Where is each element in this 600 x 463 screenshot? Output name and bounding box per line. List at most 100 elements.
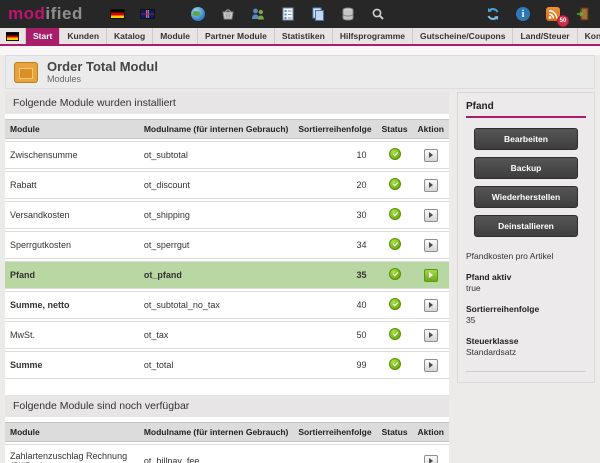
column-header-status: Status — [376, 119, 413, 139]
table-row-ot-billpay-fee[interactable]: Zahlartenzuschlag Rechnung (BillPay)ot_b… — [5, 444, 449, 463]
table-row-ot-shipping[interactable]: Versandkosten ot_shipping 30 — [5, 201, 449, 229]
status-ok-icon — [388, 238, 401, 250]
module-name-cell: Summe, netto — [5, 291, 139, 319]
module-name-cell: Summe — [5, 351, 139, 379]
nav-item-gutscheine-coupons[interactable]: Gutscheine/Coupons — [413, 28, 514, 44]
available-modules-section: Folgende Module sind noch verfügbar Modu… — [5, 395, 449, 463]
field-label: Sortierreihenfolge — [466, 304, 540, 314]
field-value: true — [466, 283, 481, 293]
status-ok-icon — [388, 148, 401, 160]
status-ok-icon — [388, 208, 401, 220]
row-select-action-button[interactable] — [423, 358, 438, 372]
nav-item-katalog[interactable]: Katalog — [107, 28, 154, 44]
row-select-action-button[interactable] — [423, 328, 438, 342]
refresh-icon[interactable] — [484, 5, 502, 23]
field-label: Steuerklasse — [466, 336, 519, 346]
status-cell — [376, 261, 413, 289]
module-code-cell: ot_pfand — [138, 261, 294, 289]
row-select-action-button[interactable] — [423, 178, 438, 192]
table-row-ot-subtotal-no-tax[interactable]: Summe, netto ot_subtotal_no_tax 40 — [5, 291, 449, 319]
logo-prefix: mod — [8, 4, 46, 23]
modules-table: Module Modulname (für internen Gebrauch) S… — [5, 420, 449, 463]
installed-table-mount: Module Modulname (für internen Gebrauch) S… — [5, 117, 449, 381]
bearbeiten-button[interactable]: Bearbeiten — [474, 128, 578, 150]
nav-item-kunden[interactable]: Kunden — [60, 28, 108, 44]
status-ok-icon — [388, 358, 401, 370]
sidebar-buttons: Bearbeiten Backup Wiederherstellen Deinstal… — [466, 128, 586, 237]
logout-door-icon[interactable] — [574, 5, 592, 23]
module-detail-sidebar: Pfand Bearbeiten Backup Wiederherstellen De… — [457, 92, 595, 383]
available-section-heading: Folgende Module sind noch verfügbar — [5, 395, 449, 417]
row-select-action-button[interactable] — [423, 208, 438, 222]
shop-frontend-globe-icon[interactable] — [189, 5, 207, 23]
row-select-action-button[interactable] — [423, 148, 438, 162]
language-english-icon[interactable] — [139, 5, 157, 23]
table-row-ot-subtotal[interactable]: Zwischensumme ot_subtotal 10 — [5, 141, 449, 169]
nav-item-statistiken[interactable]: Statistiken — [275, 28, 333, 44]
installed-modules-section: Folgende Module wurden installiert Modul… — [5, 92, 449, 381]
nav-item-start[interactable]: Start — [26, 28, 61, 44]
sidebar-field-sortierreihenfolge: Sortierreihenfolge 35 — [466, 304, 586, 325]
page-title-panel: Order Total Modul Modules — [5, 55, 595, 89]
module-code-cell: ot_subtotal — [138, 141, 294, 169]
status-cell — [376, 231, 413, 259]
search-icon[interactable] — [369, 5, 387, 23]
row-select-action-button[interactable] — [423, 268, 438, 282]
nav-item-konfiguration[interactable]: Konfiguration — [578, 28, 600, 44]
module-name-cell: Zwischensumme — [5, 141, 139, 169]
row-select-action-button[interactable] — [423, 238, 438, 252]
module-code-cell: ot_shipping — [138, 201, 294, 229]
column-header-sortierreihenfolge: Sortierreihenfolge — [293, 119, 377, 139]
backup-button[interactable]: Backup — [474, 157, 578, 179]
module-name-cell: Zahlartenzuschlag Rechnung (BillPay) — [5, 444, 139, 463]
orders-basket-icon[interactable] — [219, 5, 237, 23]
copy-pages-icon[interactable] — [309, 5, 327, 23]
sidebar-field-steuerklasse: Steuerklasse Standardsatz — [466, 336, 586, 357]
database-icon[interactable] — [339, 5, 357, 23]
sidebar-module-title: Pfand — [466, 101, 586, 118]
action-cell — [412, 321, 449, 349]
sort-order-cell — [293, 444, 377, 463]
module-code-cell: ot_sperrgut — [138, 231, 294, 259]
nav-item-land-steuer[interactable]: Land/Steuer — [513, 28, 578, 44]
available-table-mount: Module Modulname (für internen Gebrauch) S… — [5, 420, 449, 463]
status-ok-icon — [388, 268, 401, 280]
row-select-action-button[interactable] — [423, 298, 438, 312]
rss-feed-icon[interactable]: 50 — [544, 5, 569, 27]
notification-badge: 50 — [557, 15, 569, 27]
info-icon[interactable]: i — [514, 5, 532, 23]
sidebar-field-pfand-aktiv: Pfand aktiv true — [466, 272, 586, 293]
field-value: 35 — [466, 315, 476, 325]
language-german-icon[interactable] — [109, 5, 127, 23]
wiederherstellen-button[interactable]: Wiederherstellen — [474, 186, 578, 208]
nav-language-flag-icon[interactable] — [0, 28, 26, 44]
action-cell — [412, 231, 449, 259]
action-cell — [412, 261, 449, 289]
row-select-action-button[interactable] — [423, 454, 438, 463]
action-cell — [412, 291, 449, 319]
main-nav: Start Kunden Katalog Module Partner Module St… — [0, 28, 600, 46]
deinstallieren-button[interactable]: Deinstallieren — [474, 215, 578, 237]
modules-content: Folgende Module wurden installiert Modul… — [5, 92, 449, 463]
sort-order-cell: 34 — [293, 231, 377, 259]
table-row-ot-pfand[interactable]: Pfand ot_pfand 35 — [5, 261, 449, 289]
sort-order-cell: 20 — [293, 171, 377, 199]
nav-item-hilfsprogramme[interactable]: Hilfsprogramme — [333, 28, 413, 44]
table-row-ot-discount[interactable]: Rabatt ot_discount 20 — [5, 171, 449, 199]
sort-order-cell: 35 — [293, 261, 377, 289]
module-package-icon — [14, 61, 38, 83]
top-header: modified i 50 — [0, 0, 600, 28]
tasks-clipboard-icon[interactable] — [279, 5, 297, 23]
status-cell — [376, 201, 413, 229]
customers-icon[interactable] — [249, 5, 267, 23]
main-nav-items: Start Kunden Katalog Module Partner Module St… — [26, 28, 600, 44]
action-cell — [412, 141, 449, 169]
table-row-ot-sperrgut[interactable]: Sperrgutkosten ot_sperrgut 34 — [5, 231, 449, 259]
nav-item-module[interactable]: Module — [153, 28, 198, 44]
status-cell — [376, 351, 413, 379]
status-cell — [376, 444, 413, 463]
table-row-ot-tax[interactable]: MwSt. ot_tax 50 — [5, 321, 449, 349]
column-header-modulname-f-r-internen-gebrauch: Modulname (für internen Gebrauch) — [138, 119, 294, 139]
nav-item-partner-module[interactable]: Partner Module — [198, 28, 275, 44]
table-row-ot-total[interactable]: Summe ot_total 99 — [5, 351, 449, 379]
